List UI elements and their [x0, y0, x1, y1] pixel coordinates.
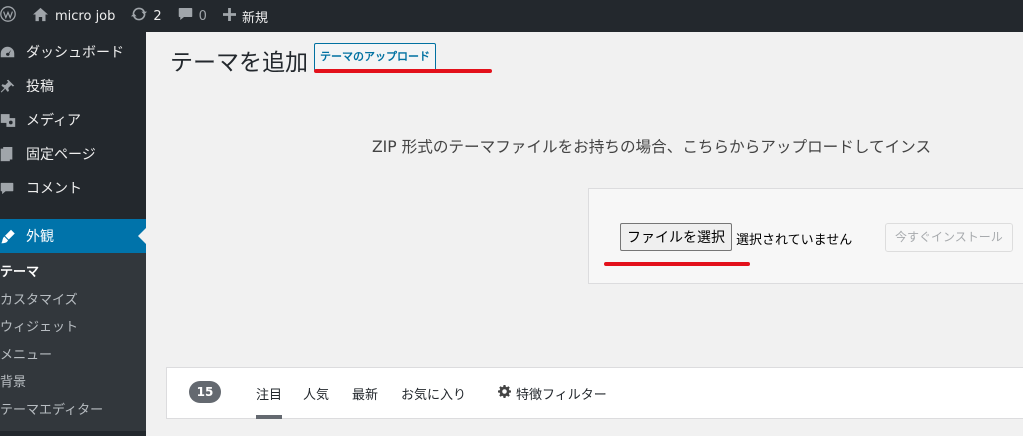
theme-filter-bar: 15 注目 人気 最新 お気に入り 特徴フィルター: [166, 367, 1023, 419]
wp-logo-menu[interactable]: [0, 0, 24, 32]
updates-count: 2: [153, 8, 162, 24]
sidebar-item-appearance[interactable]: 外観: [0, 219, 146, 253]
gear-icon: [498, 385, 516, 402]
submenu-item-customize[interactable]: カスタマイズ: [0, 287, 146, 315]
theme-count-badge: 15: [189, 381, 221, 403]
wordpress-logo-icon: [0, 6, 16, 26]
submenu-item-themes[interactable]: テーマ: [0, 259, 146, 287]
site-name: micro job: [55, 8, 116, 24]
sidebar-item-comments[interactable]: コメント: [0, 171, 146, 205]
submenu-item-menus[interactable]: メニュー: [0, 342, 146, 370]
site-name-menu[interactable]: micro job: [24, 0, 123, 32]
tab-favorites[interactable]: お気に入り: [401, 384, 466, 403]
plus-icon: [222, 7, 236, 25]
updates-menu[interactable]: 2: [123, 0, 169, 32]
choose-file-button[interactable]: ファイルを選択: [620, 223, 732, 251]
sidebar-item-label: ダッシュボード: [26, 45, 124, 61]
sidebar-item-pages[interactable]: 固定ページ: [0, 137, 146, 171]
dashboard-icon: [0, 42, 22, 62]
pin-icon: [0, 76, 22, 96]
sidebar-item-label: 投稿: [26, 79, 54, 95]
upload-instructions: ZIP 形式のテーマファイルをお持ちの場合、こちらからアップロードしてインス: [372, 138, 932, 156]
tab-popular[interactable]: 人気: [303, 384, 329, 403]
appearance-icon: [0, 226, 22, 246]
submenu-item-theme-editor[interactable]: テーマエディター: [0, 397, 146, 425]
highlight-underline: [604, 262, 750, 266]
file-status-text: 選択されていません: [736, 233, 853, 248]
page-title: テーマを追加: [170, 50, 308, 76]
upload-form: ファイルを選択 選択されていません 今すぐインストール: [588, 188, 1023, 284]
sidebar-item-dashboard[interactable]: ダッシュボード: [0, 35, 146, 69]
feature-filter-button[interactable]: 特徴フィルター: [498, 384, 607, 403]
main-content: テーマを追加 テーマのアップロード ZIP 形式のテーマファイルをお持ちの場合、…: [146, 32, 1023, 436]
home-icon: [32, 7, 49, 26]
install-now-button[interactable]: 今すぐインストール: [885, 223, 1013, 252]
page-icon: [0, 144, 22, 164]
sidebar-item-label: コメント: [26, 181, 82, 197]
media-icon: [0, 110, 22, 130]
upload-theme-button[interactable]: テーマのアップロード: [314, 43, 436, 71]
new-label: 新規: [241, 10, 268, 26]
sidebar-item-label: 外観: [26, 229, 54, 245]
submenu-item-widgets[interactable]: ウィジェット: [0, 314, 146, 342]
admin-bar: micro job 2 0 新規: [0, 0, 1023, 32]
tab-featured[interactable]: 注目: [256, 384, 283, 419]
feature-filter-label: 特徴フィルター: [516, 388, 607, 403]
sidebar-item-posts[interactable]: 投稿: [0, 69, 146, 103]
highlight-underline: [314, 69, 492, 73]
comment-icon: [0, 178, 22, 198]
comments-menu[interactable]: 0: [170, 0, 215, 32]
comments-count: 0: [198, 8, 207, 24]
sidebar-item-media[interactable]: メディア: [0, 103, 146, 137]
admin-sidebar: ダッシュボード 投稿 メディア 固定ページ コメント 外観 テーマ カスタマイズ…: [0, 32, 146, 436]
comment-bubble-icon: [178, 7, 193, 25]
appearance-submenu: テーマ カスタマイズ ウィジェット メニュー 背景 テーマエディター: [0, 253, 146, 431]
updates-icon: [131, 6, 148, 26]
submenu-item-background[interactable]: 背景: [0, 369, 146, 397]
tab-latest[interactable]: 最新: [352, 384, 378, 403]
sidebar-item-label: 固定ページ: [26, 147, 96, 163]
sidebar-item-label: メディア: [26, 113, 82, 129]
new-content-menu[interactable]: 新規: [215, 0, 276, 32]
